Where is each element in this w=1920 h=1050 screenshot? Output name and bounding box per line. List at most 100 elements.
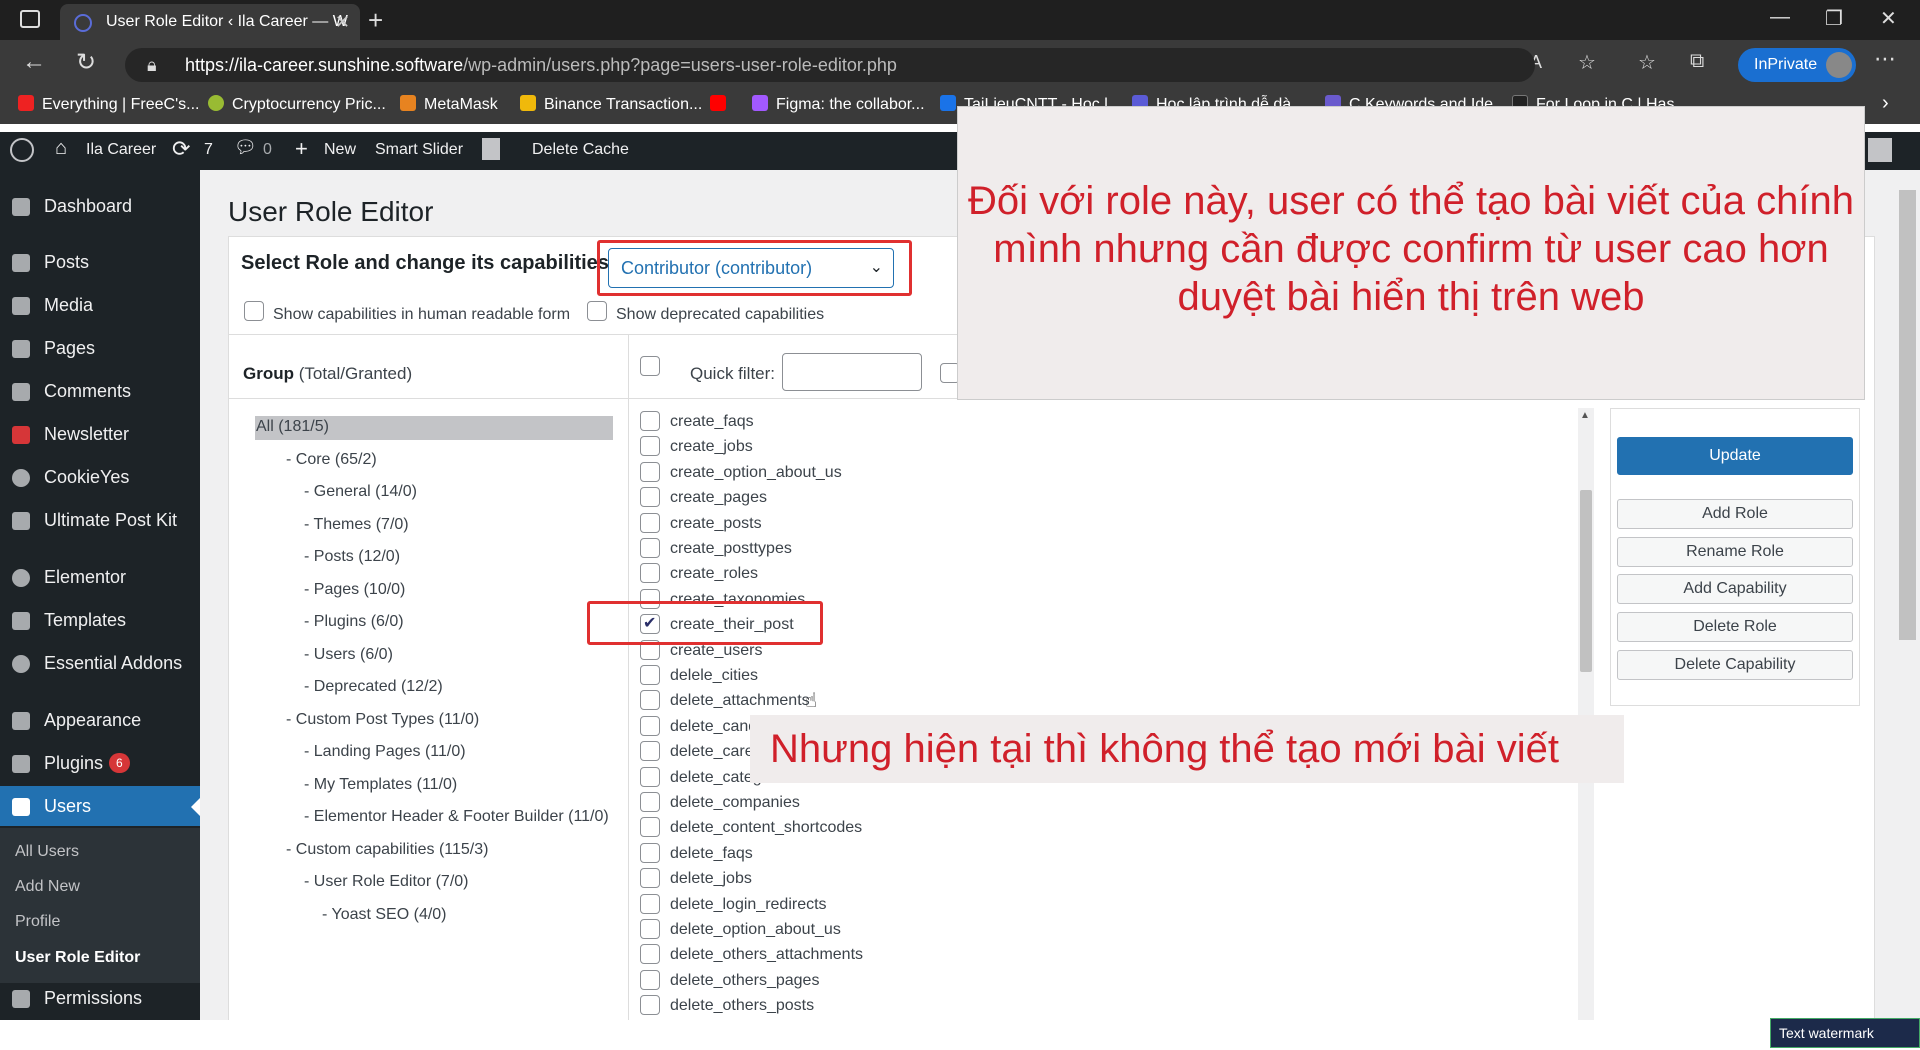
refresh-icon[interactable]: ↻ bbox=[76, 48, 96, 77]
bookmark-item[interactable]: Cryptocurrency Pric... bbox=[208, 95, 386, 114]
inprivate-button[interactable]: InPrivate bbox=[1738, 48, 1856, 82]
capability-checkbox[interactable] bbox=[640, 512, 660, 533]
rename-role-button[interactable]: Rename Role bbox=[1617, 537, 1853, 567]
scroll-up-icon[interactable]: ▲ bbox=[1580, 410, 1590, 421]
group-item[interactable]: - Core (65/2) bbox=[286, 451, 377, 469]
add-capability-button[interactable]: Add Capability bbox=[1617, 574, 1853, 604]
user-avatar[interactable] bbox=[1868, 138, 1892, 162]
bookmarks-overflow-icon[interactable]: › bbox=[1882, 92, 1889, 115]
tab-actions-icon[interactable] bbox=[20, 10, 40, 28]
favorites-icon[interactable]: ☆ bbox=[1638, 50, 1656, 75]
favorites-add-icon[interactable]: ☆ bbox=[1578, 50, 1596, 75]
capability-checkbox[interactable] bbox=[640, 969, 660, 990]
capability-checkbox[interactable] bbox=[640, 766, 660, 787]
group-item[interactable]: - Elementor Header & Footer Builder (11/… bbox=[304, 808, 609, 826]
sidebar-item-newsletter[interactable]: Newsletter bbox=[0, 414, 200, 454]
group-item[interactable]: - Landing Pages (11/0) bbox=[304, 743, 466, 761]
deprecated-checkbox[interactable] bbox=[587, 301, 607, 321]
site-name[interactable]: Ila Career bbox=[86, 141, 156, 159]
group-item[interactable]: - Themes (7/0) bbox=[304, 516, 409, 534]
bookmark-item[interactable]: Everything | FreeC's... bbox=[18, 95, 199, 114]
capability-checkbox[interactable] bbox=[640, 741, 660, 762]
select-all-checkbox[interactable] bbox=[640, 356, 660, 376]
capability-checkbox[interactable] bbox=[640, 817, 660, 838]
sidebar-item-posts[interactable]: Posts bbox=[0, 242, 200, 282]
capability-checkbox[interactable] bbox=[640, 436, 660, 457]
add-role-button[interactable]: Add Role bbox=[1617, 499, 1853, 529]
sidebar-item-elementor[interactable]: Elementor bbox=[0, 557, 200, 597]
capability-checkbox[interactable] bbox=[640, 461, 660, 482]
capability-checkbox[interactable] bbox=[640, 919, 660, 939]
capability-checkbox[interactable] bbox=[640, 538, 660, 558]
capabilities-scrollbar-thumb[interactable] bbox=[1580, 490, 1592, 672]
delete-role-button[interactable]: Delete Role bbox=[1617, 612, 1853, 642]
group-item[interactable]: - Plugins (6/0) bbox=[304, 613, 404, 631]
group-item[interactable]: - Custom capabilities (115/3) bbox=[286, 841, 488, 859]
updates-icon[interactable]: ⟳ bbox=[172, 136, 190, 162]
sidebar-item-essential-addons[interactable]: Essential Addons bbox=[0, 643, 200, 683]
home-icon[interactable]: ⌂ bbox=[55, 137, 67, 160]
collections-icon[interactable]: ⧉ bbox=[1690, 50, 1704, 73]
quick-filter-input[interactable] bbox=[782, 353, 922, 391]
group-item[interactable]: - User Role Editor (7/0) bbox=[304, 873, 469, 891]
bookmark-item[interactable] bbox=[710, 95, 734, 114]
submenu-profile[interactable]: Profile bbox=[15, 913, 60, 931]
wordpress-logo-icon[interactable] bbox=[10, 138, 34, 162]
delete-cache-link[interactable]: Delete Cache bbox=[532, 141, 629, 159]
update-button[interactable]: Update bbox=[1617, 437, 1853, 475]
group-item[interactable]: - General (14/0) bbox=[304, 483, 417, 501]
capability-checkbox[interactable] bbox=[640, 995, 660, 1016]
sidebar-item-permissions[interactable]: Permissions bbox=[0, 978, 200, 1018]
plus-icon[interactable]: + bbox=[295, 136, 308, 162]
bookmark-item[interactable]: Figma: the collabor... bbox=[752, 95, 925, 114]
sidebar-item-templates[interactable]: Templates bbox=[0, 600, 200, 640]
bookmark-item[interactable]: MetaMask bbox=[400, 95, 498, 114]
comments-icon[interactable]: 💬︎ bbox=[234, 137, 257, 158]
group-item[interactable]: - Users (6/0) bbox=[304, 646, 393, 664]
capability-checkbox[interactable] bbox=[640, 944, 660, 965]
capability-checkbox[interactable] bbox=[640, 690, 660, 711]
close-tab-icon[interactable]: ✕ bbox=[335, 4, 350, 40]
sidebar-item-ultimate-post-kit[interactable]: Ultimate Post Kit bbox=[0, 500, 200, 540]
sidebar-item-comments[interactable]: Comments bbox=[0, 371, 200, 411]
capability-checkbox[interactable] bbox=[640, 715, 660, 736]
capability-checkbox[interactable] bbox=[640, 868, 660, 889]
sidebar-item-cookieyes[interactable]: CookieYes bbox=[0, 457, 200, 497]
group-item[interactable]: - Deprecated (12/2) bbox=[304, 678, 443, 696]
group-item[interactable]: - Custom Post Types (11/0) bbox=[286, 711, 479, 729]
submenu-add-new[interactable]: Add New bbox=[15, 878, 80, 896]
sidebar-item-media[interactable]: Media bbox=[0, 285, 200, 325]
human-readable-checkbox[interactable] bbox=[244, 301, 264, 321]
comments-count[interactable]: 0 bbox=[263, 141, 272, 159]
group-item[interactable]: - Posts (12/0) bbox=[304, 548, 400, 566]
capability-checkbox[interactable] bbox=[640, 665, 660, 685]
capability-checkbox[interactable] bbox=[640, 792, 660, 812]
new-content-link[interactable]: New bbox=[324, 141, 356, 159]
more-menu-icon[interactable]: ⋯ bbox=[1874, 46, 1896, 72]
capability-checkbox[interactable] bbox=[640, 893, 660, 914]
capability-checkbox[interactable] bbox=[640, 563, 660, 584]
group-item[interactable]: All (181/5) bbox=[256, 418, 329, 436]
back-icon[interactable]: ← bbox=[22, 48, 46, 76]
updates-count[interactable]: 7 bbox=[204, 141, 213, 159]
sidebar-item-users[interactable]: Users bbox=[0, 786, 200, 826]
sidebar-item-appearance[interactable]: Appearance bbox=[0, 700, 200, 740]
delete-capability-button[interactable]: Delete Capability bbox=[1617, 650, 1853, 680]
bookmark-item[interactable]: Binance Transaction... bbox=[520, 95, 702, 114]
yoast-icon[interactable] bbox=[482, 138, 500, 160]
browser-tab-active[interactable]: User Role Editor ‹ Ila Career — W ✕ bbox=[60, 4, 360, 40]
page-scrollbar-thumb[interactable] bbox=[1899, 190, 1916, 640]
minimize-icon[interactable]: — bbox=[1770, 6, 1790, 29]
new-tab-icon[interactable]: + bbox=[368, 4, 383, 36]
url-field[interactable]: 🔒︎ https://ila-career.sunshine.software/… bbox=[125, 48, 1535, 82]
sidebar-item-pages[interactable]: Pages bbox=[0, 328, 200, 368]
sidebar-item-dashboard[interactable]: Dashboard bbox=[0, 186, 200, 226]
capability-checkbox[interactable] bbox=[640, 487, 660, 508]
group-item[interactable]: - Yoast SEO (4/0) bbox=[322, 906, 447, 924]
submenu-user-role-editor[interactable]: User Role Editor bbox=[15, 949, 140, 967]
capability-checkbox[interactable] bbox=[640, 842, 660, 863]
group-item[interactable]: - My Templates (11/0) bbox=[304, 776, 457, 794]
sidebar-item-plugins[interactable]: Plugins 6 bbox=[0, 743, 200, 783]
submenu-all-users[interactable]: All Users bbox=[15, 843, 79, 861]
group-item[interactable]: - Pages (10/0) bbox=[304, 581, 405, 599]
